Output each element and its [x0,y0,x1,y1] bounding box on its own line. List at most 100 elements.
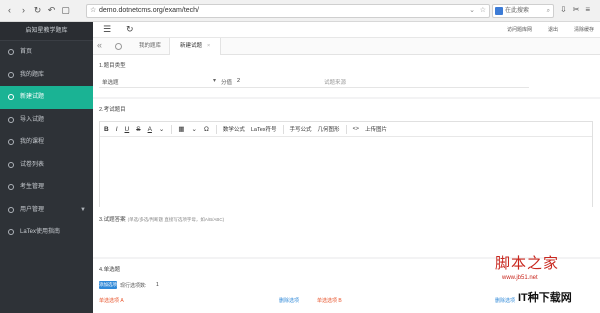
tab-my-bank[interactable]: 我的题库 [129,38,171,55]
chevron-down-icon[interactable]: ⌄ [192,125,197,133]
reader-icon[interactable]: ▢ [60,5,71,16]
visit-bank-link[interactable]: 访问题库网 [507,26,532,33]
answer-hint: (单选/多选/判断题 直接写选项字母，如A/B/ABC) [127,217,225,222]
refresh-page-icon[interactable]: ↻ [126,24,134,35]
source-input[interactable]: 试题来源 [324,78,346,86]
search-engine-icon [495,7,503,15]
close-icon[interactable]: × [207,43,210,49]
section-question-type: 1.题目类型 单选题 ▾ 分值 2 试题来源 [93,55,600,97]
page-icon: ☆ [90,7,97,14]
caret-down-icon: ▼ [80,206,86,213]
search-dropdown-icon[interactable]: ⌕ [547,5,550,17]
sidebar-brand: 启知星教学题库 [0,22,93,41]
tab-new-question[interactable]: 新建试题 × [169,38,222,55]
italic-button[interactable]: I [116,126,118,133]
back-icon[interactable]: ‹ [4,5,15,16]
editor-toolbar: B I U S A ⌄ ▦ ⌄ Ω 数学公式 LaTex符号 手写公式 几何图形… [100,122,592,137]
omega-button[interactable]: Ω [204,126,209,133]
answer-title: 3.试题答案 [99,217,126,223]
sidebar-item-label: 考生管理 [20,184,45,190]
refresh-icon[interactable]: ↻ [32,5,43,16]
menu-icon[interactable]: ≡ [585,5,590,14]
section-title: 1.题目类型 [99,63,126,69]
watermark-logo: IT种下载网 [518,292,572,304]
address-text: demo.dotnetcms.org/exam/tech/ [99,7,199,14]
question-type-select[interactable]: 单选题 [102,78,119,86]
tab-home-icon[interactable] [115,43,122,50]
delete-option-a-link[interactable]: 删除选项 [279,297,299,304]
hamburger-icon[interactable]: ☰ [103,24,111,35]
double-chevron-left-icon[interactable]: « [97,40,102,50]
clear-cache-link[interactable]: 清除缓存 [574,26,594,33]
watermark-url: www.jb51.net [502,275,538,281]
option-a-label: 单选选项 A [99,298,124,304]
address-bar[interactable]: ☆ demo.dotnetcms.org/exam/tech/ ⌄ ☆ [86,4,490,18]
toolbar-divider [282,124,284,134]
toolbar-divider [171,124,173,134]
forward-icon[interactable]: › [18,5,29,16]
address-dropdown-icon[interactable]: ⌄ [469,5,475,17]
edit-icon [8,94,14,100]
strikethrough-button[interactable]: S [136,126,140,133]
sidebar-item-examinees[interactable]: 考生管理 [0,176,93,199]
sidebar-item-papers[interactable]: 试卷列表 [0,154,93,177]
sidebar-item-new-question[interactable]: 新建试题 [0,86,93,109]
scissors-icon[interactable]: ✂ [573,5,580,14]
undo-icon[interactable]: ↶ [46,5,57,16]
sidebar-item-my-bank[interactable]: 我的题库 [0,64,93,87]
course-icon [8,139,14,145]
geometry-button[interactable]: 几何图形 [318,125,340,133]
tab-label: 我的题库 [139,43,162,49]
top-links: 访问题库网 退出 清除缓存 [507,26,594,33]
sidebar: 启知星教学题库 首页 我的题库 新建试题 导入试题 我的课程 试卷列表 考生管理… [0,22,93,313]
sidebar-item-label: 用户管理 [20,206,45,213]
option-count-value: 1 [156,282,159,288]
section-title: 4.单选题 [99,267,121,273]
browser-chrome: ‹ › ↻ ↶ ▢ ☆ demo.dotnetcms.org/exam/tech… [0,0,600,22]
user-icon [8,184,14,190]
watermark-text: 脚本之家 [495,254,560,272]
sidebar-item-label: LaTex使用指南 [20,229,61,235]
handwrite-button[interactable]: 手写公式 [290,125,312,133]
font-color-button[interactable]: A [148,126,152,133]
sidebar-item-label: 我的课程 [20,139,45,145]
formula-button[interactable]: 数学公式 [223,125,245,133]
toolbar-divider [345,124,347,134]
section-title: 2.考试题目 [99,107,126,113]
option-count-label: 现行选项数: [120,283,147,289]
top-bar: ☰ ↻ 访问题库网 退出 清除缓存 [93,22,600,38]
sidebar-item-my-courses[interactable]: 我的课程 [0,131,93,154]
download-icon[interactable]: ⇩ [560,5,567,14]
page-tabs: « 我的题库 新建试题 × [93,38,600,55]
guide-icon [8,229,14,235]
browser-nav: ‹ › ↻ ↶ ▢ [4,5,71,16]
sidebar-item-label: 我的题库 [20,71,45,78]
score-input[interactable]: 2 [237,78,240,84]
watermark: 脚本之家 www.jb51.net IT种下载网 [488,252,596,310]
search-placeholder: 在此搜索 [505,8,530,14]
question-type-row: 单选题 ▾ 分值 2 试题来源 [99,75,529,88]
table-button[interactable]: ▦ [178,125,184,133]
code-button[interactable]: <> [353,126,359,132]
latex-button[interactable]: LaTex符号 [251,125,277,133]
score-label: 分值 [221,80,233,86]
sidebar-item-label: 新建试题 [20,94,45,100]
upload-image-button[interactable]: 上传图片 [365,125,387,133]
chevron-down-icon[interactable]: ⌄ [159,125,164,133]
sidebar-item-import[interactable]: 导入试题 [0,109,93,132]
sidebar-item-latex-guide[interactable]: LaTex使用指南 [0,221,93,244]
add-option-button[interactable]: 添加选项 [99,281,117,289]
select-arrow-icon[interactable]: ▾ [213,77,216,84]
sidebar-item-home[interactable]: 首页 [0,41,93,64]
sidebar-item-users[interactable]: 用户管理 ▼ [0,199,93,222]
underline-button[interactable]: U [125,126,130,133]
browser-tools: ⇩ ✂ ≡ [560,5,590,14]
section-answer: 3.试题答案 (单选/多选/判断题 直接写选项字母，如A/B/ABC) [93,207,600,249]
logout-link[interactable]: 退出 [548,26,558,33]
sidebar-item-label: 首页 [20,49,33,55]
paper-icon [8,161,14,168]
browser-search[interactable]: 在此搜索 ⌕ [492,4,554,18]
bold-button[interactable]: B [104,126,109,133]
bank-icon [8,71,14,78]
bookmark-icon[interactable]: ☆ [480,5,486,17]
